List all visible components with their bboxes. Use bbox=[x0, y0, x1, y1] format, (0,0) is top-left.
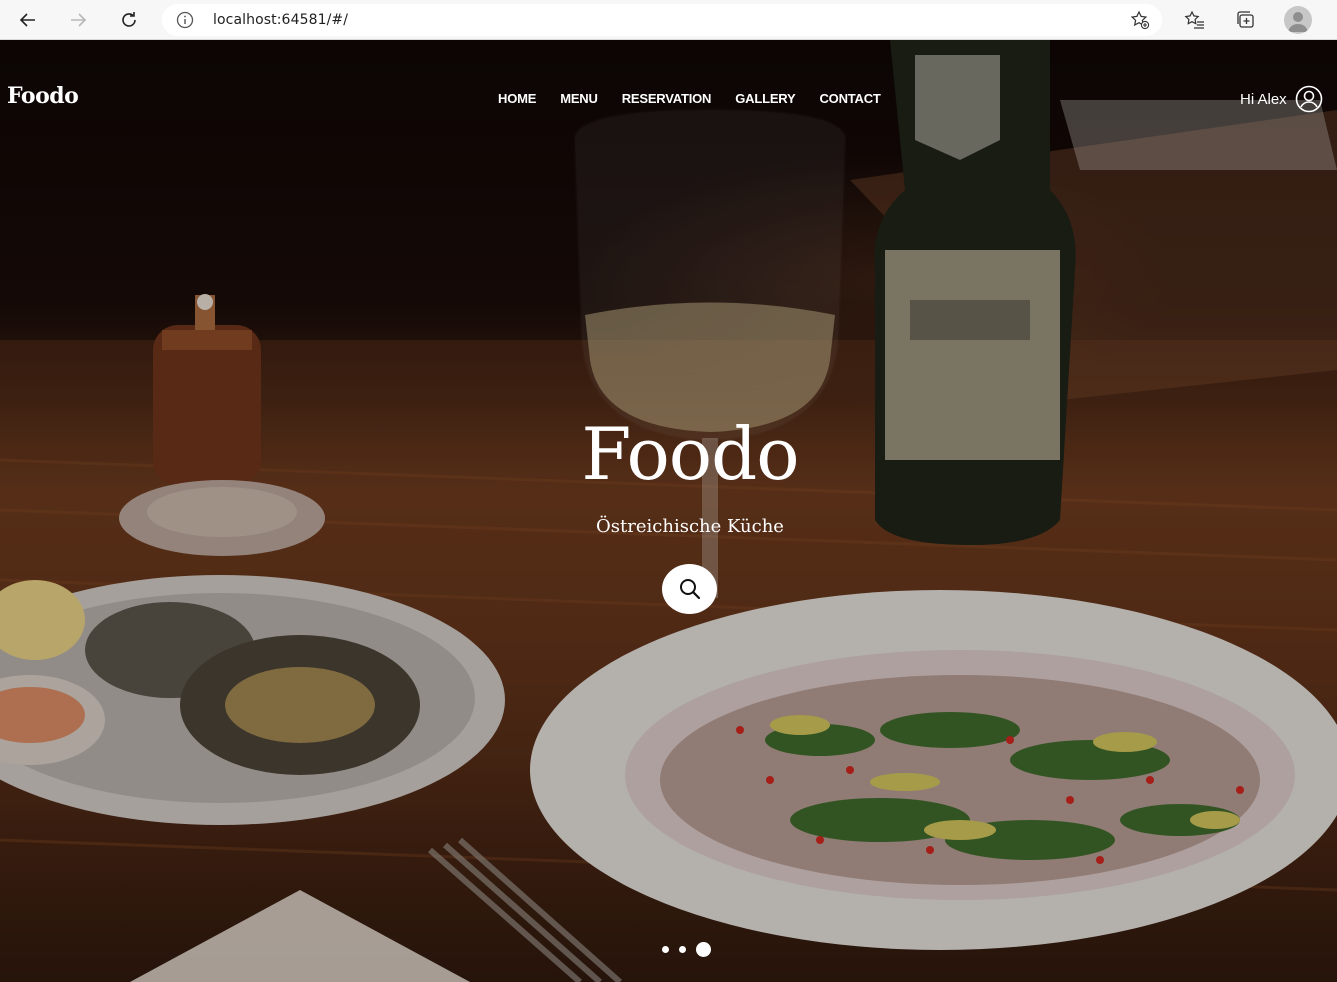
carousel-indicators bbox=[662, 942, 711, 957]
nav-menu[interactable]: MENU bbox=[560, 91, 598, 106]
favorites-list-icon bbox=[1184, 10, 1204, 29]
collections-icon bbox=[1237, 11, 1254, 28]
search-icon bbox=[679, 579, 700, 600]
search-button[interactable] bbox=[662, 564, 717, 614]
arrow-left-icon bbox=[19, 13, 35, 27]
carousel-dot-1[interactable] bbox=[662, 946, 669, 953]
profile-avatar-icon[interactable] bbox=[1284, 6, 1312, 34]
carousel-dot-2[interactable] bbox=[679, 946, 686, 953]
main-nav: HOME MENU RESERVATION GALLERY CONTACT bbox=[498, 91, 905, 106]
browser-toolbar: localhost:64581/#/ bbox=[0, 0, 1337, 40]
hero-title: Foodo bbox=[581, 412, 799, 496]
hero-subtitle: Östreichische Küche bbox=[596, 516, 784, 537]
favorites-button[interactable] bbox=[1180, 5, 1210, 35]
info-icon[interactable] bbox=[176, 11, 194, 34]
arrow-right-icon bbox=[71, 13, 87, 27]
hero-background-image bbox=[0, 40, 1337, 982]
reload-icon bbox=[122, 12, 136, 27]
site-logo[interactable]: Foodo bbox=[7, 83, 79, 109]
user-greeting[interactable]: Hi Alex bbox=[1240, 91, 1287, 108]
nav-home[interactable]: HOME bbox=[498, 91, 536, 106]
url-text[interactable]: localhost:64581/#/ bbox=[213, 12, 348, 28]
star-plus-icon[interactable] bbox=[1130, 10, 1150, 35]
back-button[interactable] bbox=[13, 5, 43, 35]
forward-button[interactable] bbox=[63, 5, 93, 35]
nav-gallery[interactable]: GALLERY bbox=[735, 91, 795, 106]
nav-reservation[interactable]: RESERVATION bbox=[622, 91, 712, 106]
hero-section: Foodo HOME MENU RESERVATION GALLERY CONT… bbox=[0, 40, 1337, 982]
nav-contact[interactable]: CONTACT bbox=[819, 91, 880, 106]
collections-button[interactable] bbox=[1231, 5, 1261, 35]
address-bar[interactable]: localhost:64581/#/ bbox=[162, 4, 1162, 36]
reload-button[interactable] bbox=[114, 5, 144, 35]
carousel-dot-3[interactable] bbox=[696, 942, 711, 957]
user-circle-icon[interactable] bbox=[1295, 85, 1323, 113]
user-menu[interactable]: Hi Alex bbox=[1240, 85, 1323, 113]
